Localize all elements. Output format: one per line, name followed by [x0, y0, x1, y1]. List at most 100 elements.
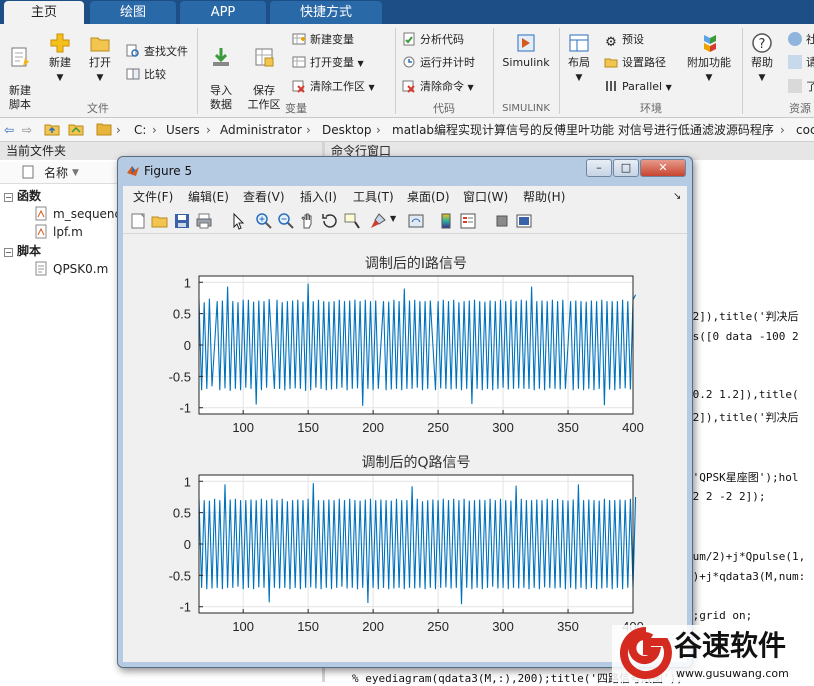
import-data-button[interactable]: 导入 数据 [202, 32, 240, 112]
chevron-down-icon[interactable]: ▼ [390, 214, 396, 223]
file-item[interactable]: lpf.m [34, 224, 83, 240]
browse-folder-icon[interactable] [68, 118, 84, 141]
tab-apps[interactable]: APP [180, 1, 266, 24]
figure-titlebar[interactable]: Figure 5 [126, 163, 192, 178]
request-support-button[interactable]: 请 [788, 55, 814, 71]
menu-insert[interactable]: 插入(I) [300, 186, 337, 208]
zoom-out-icon[interactable] [277, 212, 295, 230]
open-label: 打开 [89, 56, 111, 69]
new-variable-button[interactable]: 新建变量 [292, 32, 354, 48]
simulink-icon [517, 34, 535, 52]
compare-button[interactable]: 比较 [126, 67, 166, 83]
find-files-button[interactable]: 查找文件 [126, 44, 188, 60]
chevron-down-icon: ▼ [575, 73, 583, 83]
show-plot-tools-icon[interactable] [515, 212, 533, 230]
add-ons-button[interactable]: 附加功能 ▼ [684, 32, 734, 85]
file-name: lpf.m [53, 225, 83, 239]
rotate-3d-icon[interactable] [321, 212, 339, 230]
menu-tools[interactable]: 工具(T) [353, 186, 394, 208]
save-workspace-button[interactable]: 保存 工作区 [244, 32, 284, 112]
zoom-in-icon[interactable] [255, 212, 273, 230]
support-icon [788, 55, 802, 69]
open-file-icon[interactable] [151, 212, 169, 230]
legend-icon[interactable] [459, 212, 477, 230]
tab-home[interactable]: 主页 [4, 1, 84, 24]
menu-edit[interactable]: 编辑(E) [188, 186, 229, 208]
watermark-logo: 谷速软件 www.gusuwang.com [612, 625, 814, 682]
x-tick-label: 150 [297, 420, 319, 435]
print-icon[interactable] [195, 212, 213, 230]
hide-plot-tools-icon[interactable] [493, 212, 511, 230]
save-icon[interactable] [173, 212, 191, 230]
breadcrumb-project-folder[interactable]: matlab编程实现计算信号的反傅里叶功能 对信号进行低通滤波源码程序 [392, 118, 774, 141]
chevron-down-icon: ▼ [758, 73, 766, 83]
x-tick-label: 250 [427, 619, 449, 634]
figure-window[interactable]: Figure 5 – □ ✕ 文件(F) 编辑(E) 查看(V) 插入(I) 工… [117, 156, 693, 668]
dock-arrow-icon[interactable]: ↘ [673, 186, 681, 208]
clear-commands-button[interactable]: 清除命令 ▼ [402, 79, 474, 96]
file-item[interactable]: QPSK0.m [34, 261, 108, 277]
breadcrumb-users[interactable]: Users [166, 118, 200, 141]
chevron-down-icon: ▼ [705, 73, 713, 83]
tab-shortcuts[interactable]: 快捷方式 [270, 1, 382, 24]
colorbar-icon[interactable] [437, 212, 455, 230]
add-ons-label: 附加功能 [687, 56, 731, 69]
breadcrumb-c[interactable]: C: [134, 118, 146, 141]
community-icon [788, 32, 802, 46]
minimize-button[interactable]: – [586, 159, 612, 177]
select-arrow-icon[interactable] [229, 212, 247, 230]
community-button[interactable]: 社 [788, 32, 814, 48]
group-scripts[interactable]: − 脚本 [4, 243, 41, 259]
forward-arrow-icon[interactable]: ⇨ [22, 118, 32, 141]
learn-matlab-label: 了 [806, 80, 814, 93]
parallel-button[interactable]: Parallel ▼ [604, 79, 672, 96]
analyze-code-button[interactable]: 分析代码 [402, 32, 464, 48]
code-line: -0.2 1.2]),title( [686, 388, 799, 401]
collapse-icon[interactable]: − [4, 248, 13, 257]
menu-desktop[interactable]: 桌面(D) [407, 186, 450, 208]
pan-hand-icon[interactable] [299, 212, 317, 230]
data-cursor-icon[interactable] [343, 212, 361, 230]
analyze-code-icon [403, 32, 415, 46]
set-path-icon [604, 58, 618, 68]
up-folder-icon[interactable] [44, 118, 60, 141]
link-plot-icon[interactable] [407, 212, 425, 230]
new-button[interactable]: 新建 ▼ [42, 32, 78, 85]
maximize-button[interactable]: □ [613, 159, 639, 177]
group-functions[interactable]: − 函数 [4, 188, 41, 204]
breadcrumb-desktop[interactable]: Desktop [322, 118, 372, 141]
open-button[interactable]: 打开 ▼ [82, 32, 118, 85]
back-arrow-icon[interactable]: ⇦ [4, 118, 14, 141]
brush-icon[interactable] [369, 212, 387, 230]
new-script-button[interactable]: 新建 脚本 [2, 32, 38, 112]
new-figure-icon[interactable] [129, 212, 147, 230]
menu-file[interactable]: 文件(F) [133, 186, 173, 208]
help-icon: ? [752, 33, 772, 53]
name-column-label[interactable]: 名称 [44, 162, 68, 184]
close-button[interactable]: ✕ [640, 159, 686, 177]
menu-help[interactable]: 帮助(H) [523, 186, 565, 208]
open-variable-button[interactable]: 打开变量 ▼ [292, 55, 364, 72]
collapse-icon[interactable]: − [4, 193, 13, 202]
x-tick-label: 200 [362, 619, 384, 634]
code-line: ('QPSK星座图');hol [686, 471, 799, 484]
x-tick-label: 350 [557, 619, 579, 634]
preferences-button[interactable]: ⚙ 预设 [604, 32, 644, 50]
x-tick-label: 300 [492, 420, 514, 435]
y-tick-label: 1 [184, 275, 191, 290]
breadcrumb-administrator[interactable]: Administrator [220, 118, 302, 141]
set-path-button[interactable]: 设置路径 [604, 55, 666, 71]
help-button[interactable]: ? 帮助 ▼ [746, 32, 778, 85]
parallel-icon [606, 81, 616, 91]
menu-view[interactable]: 查看(V) [243, 186, 285, 208]
clear-workspace-button[interactable]: 清除工作区 ▼ [292, 79, 375, 96]
breadcrumb-code[interactable]: coc [796, 118, 814, 141]
y-tick-label: 0 [184, 338, 191, 353]
menu-window[interactable]: 窗口(W) [463, 186, 508, 208]
simulink-button[interactable]: Simulink [498, 32, 554, 70]
tab-plots[interactable]: 绘图 [90, 1, 176, 24]
run-and-time-button[interactable]: 运行并计时 [402, 55, 475, 71]
code-line: .2]),title('判决后 [686, 310, 799, 323]
learn-matlab-button[interactable]: 了 [788, 79, 814, 95]
layout-button[interactable]: 布局 ▼ [562, 32, 596, 85]
